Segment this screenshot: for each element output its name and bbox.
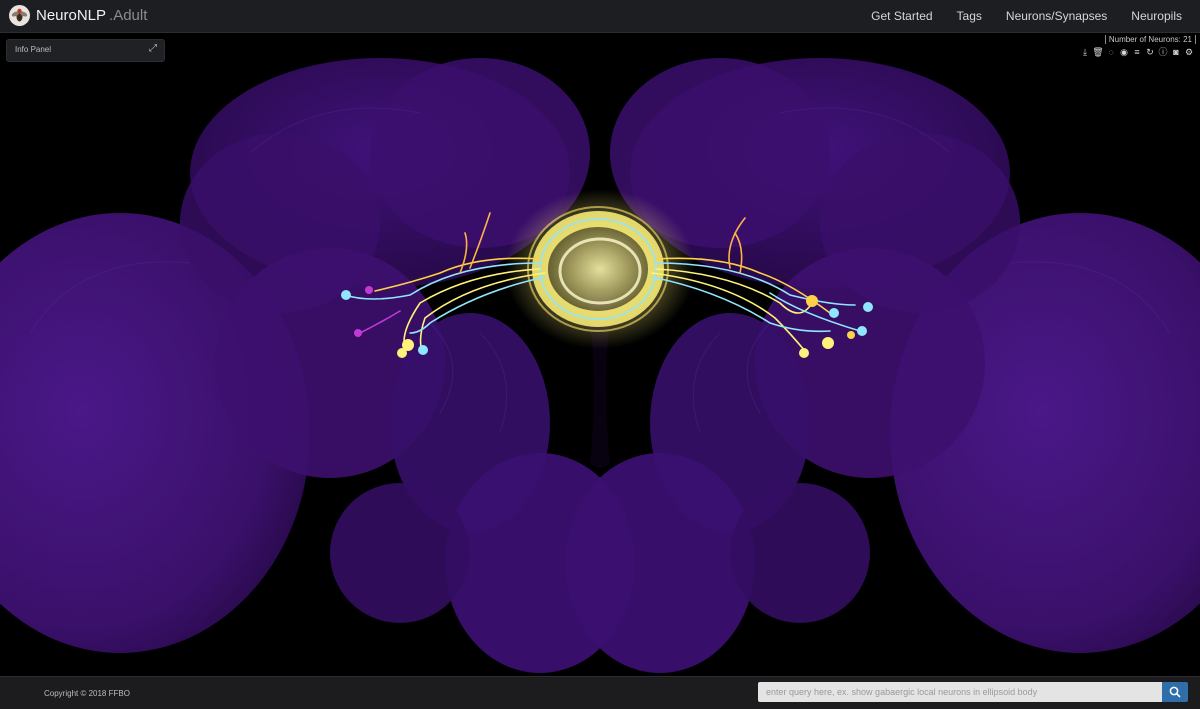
info-icon[interactable]: ⓘ bbox=[1157, 46, 1169, 58]
nav-neuropils[interactable]: Neuropils bbox=[1131, 9, 1182, 23]
info-panel[interactable]: Info Panel ⤢ bbox=[6, 39, 165, 62]
expand-icon[interactable]: ⤢ bbox=[149, 43, 157, 54]
brain-3d-viewer[interactable] bbox=[0, 33, 1200, 675]
fly-logo-icon bbox=[9, 5, 30, 26]
info-panel-label: Info Panel bbox=[15, 45, 52, 54]
search-icon bbox=[1169, 686, 1181, 698]
camera-icon[interactable]: ◙ bbox=[1170, 46, 1182, 58]
refresh-icon[interactable]: ↻ bbox=[1144, 46, 1156, 58]
eye-icon[interactable]: ◉ bbox=[1118, 46, 1130, 58]
top-navbar: NeuroNLP .Adult Get Started Tags Neurons… bbox=[0, 0, 1200, 33]
copyright-text: Copyright © 2018 FFBO bbox=[44, 689, 130, 698]
download-icon[interactable]: ⤓ bbox=[1079, 46, 1091, 58]
nav-get-started[interactable]: Get Started bbox=[871, 9, 932, 23]
trash-icon[interactable]: 🗑 bbox=[1092, 46, 1104, 58]
app-name: NeuroNLP bbox=[36, 7, 107, 24]
search-button[interactable] bbox=[1162, 682, 1188, 702]
settings-icon[interactable]: ⚙ bbox=[1183, 46, 1195, 58]
search-input[interactable] bbox=[758, 682, 1162, 702]
viewer-toolbar: ⤓ 🗑 ◌ ◉ ≡ ↻ ⓘ ◙ ⚙ bbox=[1078, 46, 1195, 58]
neuron-count: Number of Neurons: 21 bbox=[1104, 35, 1196, 44]
nav-menu: Get Started Tags Neurons/Synapses Neurop… bbox=[847, 0, 1182, 32]
list-icon[interactable]: ≡ bbox=[1131, 46, 1143, 58]
nav-tags[interactable]: Tags bbox=[957, 9, 982, 23]
hide-icon[interactable]: ◌ bbox=[1105, 46, 1117, 58]
brand[interactable]: NeuroNLP .Adult bbox=[9, 5, 147, 26]
brain-rendering bbox=[0, 58, 1200, 673]
nav-neurons-synapses[interactable]: Neurons/Synapses bbox=[1006, 9, 1107, 23]
brain-mesh bbox=[0, 58, 1200, 673]
app-subtitle: .Adult bbox=[109, 7, 148, 24]
